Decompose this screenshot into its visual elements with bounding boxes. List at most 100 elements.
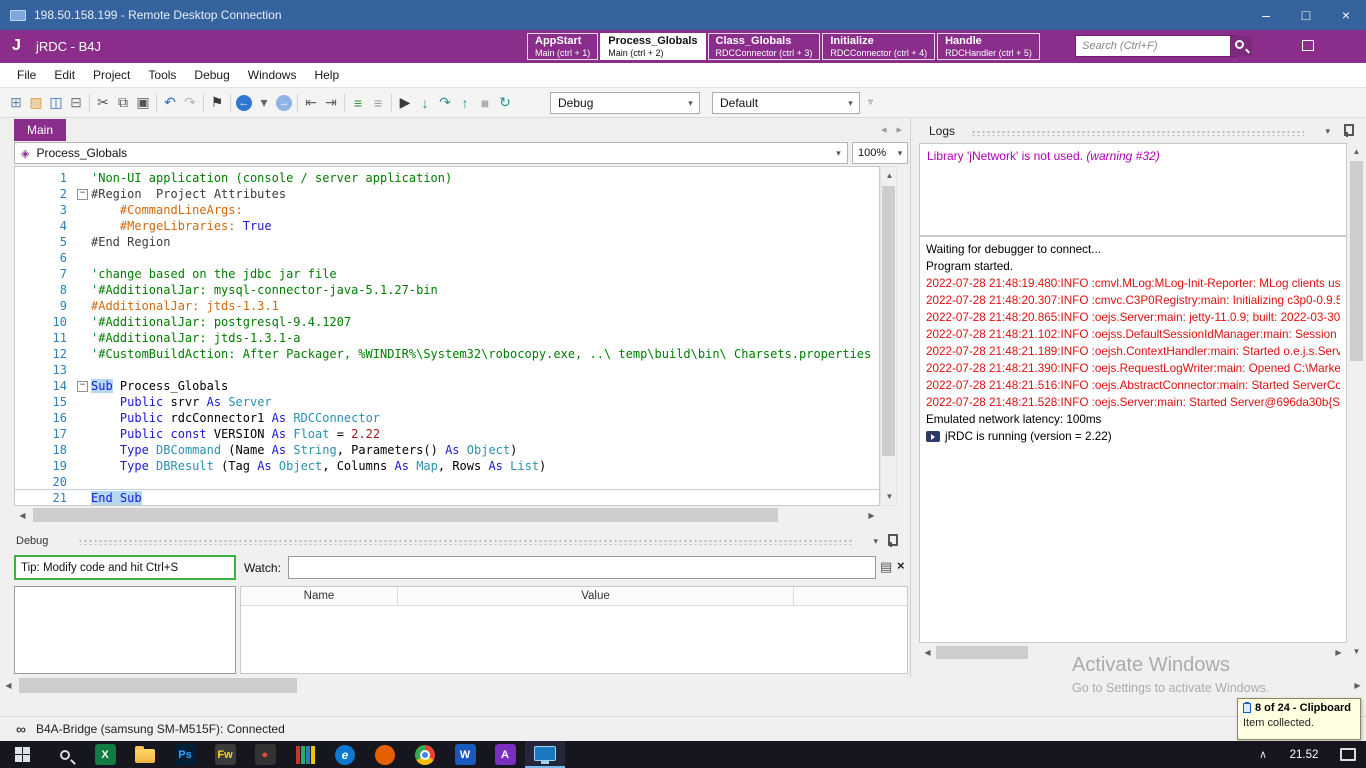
run-icon[interactable]: ▶ (395, 91, 415, 115)
code-line-14[interactable]: 14Sub Process_Globals (15, 378, 879, 394)
watch-clear-button[interactable]: × (897, 558, 905, 573)
code-line-4[interactable]: 4 #MergeLibraries: True (15, 218, 879, 234)
comment-icon[interactable]: ≡ (348, 91, 368, 115)
code-line-19[interactable]: 19 Type DBResult (Tag As Object, Columns… (15, 458, 879, 474)
scroll-thumb[interactable] (1350, 161, 1363, 361)
back-history-dropdown-icon[interactable]: ▾ (254, 91, 274, 115)
search-input[interactable] (1076, 36, 1230, 56)
open-project-icon[interactable]: ▨ (26, 91, 46, 115)
panel-grip[interactable] (78, 539, 854, 545)
taskbar-file-explorer[interactable] (125, 741, 165, 768)
bottom-horizontal-scrollbar[interactable]: ◀ ▶ (0, 677, 1366, 694)
debug-variables-list[interactable] (14, 586, 236, 674)
panel-grip[interactable] (971, 130, 1304, 136)
scroll-down-icon[interactable]: ▼ (881, 488, 898, 505)
cut-icon[interactable]: ✂ (93, 91, 113, 115)
save-icon[interactable]: ◫ (46, 91, 66, 115)
indent-icon[interactable]: ⇥ (321, 91, 341, 115)
zoom-select[interactable]: 100% ▾ (852, 142, 908, 164)
sub-navigator-select[interactable]: ◈ Process_Globals ▾ (14, 142, 848, 164)
scroll-right-icon[interactable]: ▶ (1349, 677, 1366, 694)
module-shortcut-handle[interactable]: HandleRDCHandler (ctrl + 5) (937, 33, 1040, 60)
code-line-6[interactable]: 6 (15, 250, 879, 266)
bookmark-icon[interactable]: ⚑ (207, 91, 227, 115)
find-icon[interactable]: ⊟ (66, 91, 86, 115)
code-line-10[interactable]: 10'#AdditionalJar: postgresql-9.4.1207 (15, 314, 879, 330)
menu-item-edit[interactable]: Edit (45, 63, 84, 88)
uncomment-icon[interactable]: ≡ (368, 91, 388, 115)
taskbar-word[interactable]: W (445, 741, 485, 768)
copy-icon[interactable]: ⧉ (113, 91, 133, 115)
code-editor[interactable]: 1'Non-UI application (console / server a… (14, 166, 880, 506)
tab-main[interactable]: Main (14, 119, 66, 141)
redo-icon[interactable]: ↷ (180, 91, 200, 115)
restart-icon[interactable]: ↻ (495, 91, 515, 115)
logs-vertical-scrollbar[interactable]: ▲ ▼ (1348, 143, 1365, 660)
chevron-down-icon[interactable]: ▾ (1325, 126, 1330, 137)
notification-center-icon[interactable] (1340, 748, 1356, 761)
scroll-thumb[interactable] (882, 186, 895, 456)
code-line-12[interactable]: 12'#CustomBuildAction: After Packager, %… (15, 346, 879, 362)
outdent-icon[interactable]: ⇤ (301, 91, 321, 115)
menu-item-windows[interactable]: Windows (239, 63, 306, 88)
menu-item-file[interactable]: File (8, 63, 45, 88)
scroll-left-icon[interactable]: ◀ (919, 645, 936, 660)
taskbar-excel[interactable]: X (85, 741, 125, 768)
code-line-21[interactable]: 21End Sub (15, 490, 879, 506)
scroll-left-icon[interactable]: ◀ (0, 677, 17, 694)
scroll-right-icon[interactable]: ▶ (863, 507, 880, 524)
chevron-down-icon[interactable]: ▾ (873, 536, 878, 547)
watch-table[interactable]: Name Value (240, 586, 908, 674)
watch-column-name[interactable]: Name (241, 587, 398, 605)
scroll-right-icon[interactable]: ▶ (1330, 645, 1347, 660)
code-line-8[interactable]: 8'#AdditionalJar: mysql-connector-java-5… (15, 282, 879, 298)
close-button[interactable]: × (1326, 0, 1366, 30)
watch-log-button[interactable]: ▤ (880, 559, 892, 575)
logs-output[interactable]: Waiting for debugger to connect...Progra… (919, 236, 1347, 643)
scroll-up-icon[interactable]: ▲ (1348, 143, 1365, 160)
watch-input[interactable] (288, 556, 876, 579)
code-line-16[interactable]: 16 Public rdcConnector1 As RDCConnector (15, 410, 879, 426)
watch-column-value[interactable]: Value (398, 587, 794, 605)
undo-icon[interactable]: ↶ (160, 91, 180, 115)
tab-prev-icon[interactable]: ◂ (881, 123, 887, 136)
taskbar-search-button[interactable] (45, 741, 85, 768)
code-line-7[interactable]: 7'change based on the jdbc jar file (15, 266, 879, 282)
taskbar-library[interactable] (285, 741, 325, 768)
search-button[interactable] (1230, 36, 1252, 56)
module-shortcut-class_globals[interactable]: Class_GlobalsRDCConnector (ctrl + 3) (708, 33, 821, 60)
menu-item-help[interactable]: Help (305, 63, 348, 88)
taskbar-start-button[interactable] (0, 741, 45, 768)
code-line-1[interactable]: 1'Non-UI application (console / server a… (15, 170, 879, 186)
clipboard-toast[interactable]: 8 of 24 - Clipboard Item collected. (1237, 698, 1361, 740)
menu-item-debug[interactable]: Debug (185, 63, 238, 88)
scroll-thumb[interactable] (936, 646, 1028, 659)
new-module-icon[interactable]: ⊞ (6, 91, 26, 115)
taskbar-photoshop[interactable]: Ps (165, 741, 205, 768)
code-line-11[interactable]: 11'#AdditionalJar: jtds-1.3.1-a (15, 330, 879, 346)
step-over-icon[interactable]: ↷ (435, 91, 455, 115)
navigate-forward-icon[interactable]: → (276, 95, 292, 111)
scroll-thumb[interactable] (33, 508, 778, 522)
pin-icon[interactable] (1342, 124, 1352, 138)
minimize-button[interactable]: – (1246, 0, 1286, 30)
navigate-back-icon[interactable]: ← (236, 95, 252, 111)
module-shortcut-appstart[interactable]: AppStartMain (ctrl + 1) (527, 33, 598, 60)
scroll-left-icon[interactable]: ◀ (14, 507, 31, 524)
menu-item-project[interactable]: Project (84, 63, 139, 88)
fold-marker-icon[interactable] (77, 378, 91, 394)
taskbar-edge[interactable]: e (325, 741, 365, 768)
editor-horizontal-scrollbar[interactable]: ◀ ▶ (14, 507, 880, 523)
code-line-20[interactable]: 20 (15, 474, 879, 490)
scroll-up-icon[interactable]: ▲ (881, 167, 898, 184)
code-line-13[interactable]: 13 (15, 362, 879, 378)
code-line-3[interactable]: 3 #CommandLineArgs: (15, 202, 879, 218)
paste-icon[interactable]: ▣ (133, 91, 153, 115)
stop-icon[interactable]: ■ (475, 91, 495, 115)
scroll-down-icon[interactable]: ▼ (1348, 643, 1365, 660)
taskbar-firefox[interactable] (365, 741, 405, 768)
taskbar-utility[interactable]: ● (245, 741, 285, 768)
module-shortcut-process_globals[interactable]: Process_GlobalsMain (ctrl + 2) (600, 33, 705, 60)
taskbar-app-a[interactable]: A (485, 741, 525, 768)
logs-horizontal-scrollbar[interactable]: ◀ ▶ (919, 645, 1347, 660)
